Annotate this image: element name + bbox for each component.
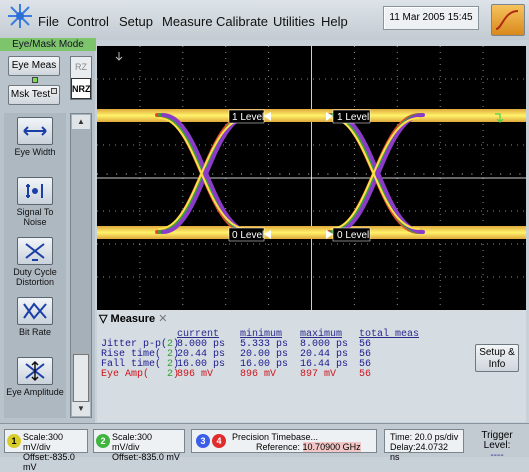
timebase-settings[interactable]: 3 4 Precision Timebase... Reference: 10.… — [191, 429, 377, 453]
eye-meas-button[interactable]: Eye Meas — [8, 56, 60, 83]
channel-3-icon[interactable]: 3 — [196, 434, 210, 448]
tool-label: Eye Amplitude — [6, 387, 64, 397]
eye-width-icon — [17, 117, 53, 145]
menu-measure[interactable]: Measure — [162, 14, 213, 29]
collapse-chevron-icon[interactable]: ▽ — [99, 313, 107, 325]
setup-info-button[interactable]: Setup & Info — [475, 344, 519, 372]
close-icon[interactable]: ✕ — [158, 313, 167, 325]
menu-help[interactable]: Help — [321, 14, 348, 29]
tool-label: Bit Rate — [18, 327, 51, 337]
msk-test-label: Msk Test — [10, 89, 51, 100]
duty-cycle-icon — [17, 237, 53, 265]
timebase-label: Precision Timebase... — [232, 432, 319, 442]
signal-to-noise-icon — [17, 177, 53, 205]
eye-meas-label: Eye Meas — [11, 60, 57, 71]
tool-eye-width[interactable]: Eye Width — [4, 117, 66, 157]
waveform-icon — [495, 10, 519, 30]
delay-value: Delay:24.0732 ns — [390, 442, 449, 462]
status-bar: 1 Scale:300 mV/div Offset:-835.0 mV 2 Sc… — [0, 423, 529, 472]
measurement-minimum: 896 mV — [240, 369, 277, 380]
channel-1-icon: 1 — [7, 434, 21, 448]
tool-signal-to-noise[interactable]: Signal To Noise — [4, 177, 66, 227]
reference-value: 10.70900 GHz — [302, 442, 361, 452]
eye-amplitude-icon — [17, 357, 53, 385]
marker-label: 0 Level — [337, 230, 369, 241]
channel-2-offset: Offset:-835.0 mV — [112, 452, 180, 462]
trigger-settings[interactable]: Trigger Level: ---- — [468, 429, 526, 461]
marker-label: 0 Level — [232, 230, 264, 241]
tool-label: Signal To Noise — [16, 207, 54, 227]
msk-test-button[interactable]: Msk Test — [8, 85, 60, 105]
channel-1-scale: Scale:300 mV/div — [23, 432, 64, 452]
channel-2-settings[interactable]: 2 Scale:300 mV/div Offset:-835.0 mV — [93, 429, 185, 462]
rz-option[interactable]: RZ — [71, 57, 91, 78]
measurement-maximum: 897 mV — [300, 369, 337, 380]
channel-4-icon[interactable]: 4 — [212, 434, 226, 448]
channel-2-scale: Scale:300 mV/div — [112, 432, 153, 452]
msk-test-indicator — [51, 88, 58, 94]
trigger-label: Trigger Level: — [481, 430, 513, 451]
rz-nrz-toggle[interactable]: RZ NRZ — [70, 56, 92, 100]
eye-diagram-canvas: 1 Level 1 Level 0 Level 0 Level — [97, 46, 526, 310]
channel-2-icon: 2 — [96, 434, 110, 448]
menu-control[interactable]: Control — [67, 14, 109, 29]
marker-label: 1 Level — [337, 112, 369, 123]
measurement-current: 896 mV — [177, 369, 214, 380]
time-per-div: Time: 20.0 ps/div — [390, 432, 459, 442]
measurement-tool-list: Eye Width Signal To Noise Duty Cycle Dis… — [4, 113, 66, 418]
eye-diagram-display[interactable]: 1 Level 1 Level 0 Level 0 Level — [97, 46, 526, 310]
signal-icon[interactable] — [491, 4, 525, 36]
menu-utilities[interactable]: Utilities — [273, 14, 315, 29]
tool-duty-cycle[interactable]: Duty Cycle Distortion — [4, 237, 66, 287]
tool-eye-amplitude[interactable]: Eye Amplitude — [4, 357, 66, 397]
logo-icon — [8, 4, 32, 28]
tool-bit-rate[interactable]: Bit Rate — [4, 297, 66, 337]
tool-scrollbar[interactable]: ▲ ▼ — [70, 113, 92, 418]
date-time-display: 11 Mar 2005 15:45 — [383, 6, 479, 30]
eye-meas-indicator — [31, 77, 38, 83]
measure-panel: ▽ Measure ✕ current minimum maximum tota… — [97, 310, 526, 422]
left-panel: Eye Meas Msk Test RZ NRZ Eye Width Signa… — [0, 51, 95, 423]
measurement-name: Eye Amp( — [101, 369, 150, 380]
channel-1-settings[interactable]: 1 Scale:300 mV/div Offset:-835.0 mV — [4, 429, 88, 472]
menu-bar: File Control Setup Measure Calibrate Uti… — [0, 0, 529, 40]
channel-1-offset: Offset:-835.0 mV — [23, 452, 75, 472]
tool-label: Duty Cycle Distortion — [13, 267, 57, 287]
measurement-table: current minimum maximum total meas Jitte… — [97, 330, 467, 410]
time-reference-icon — [115, 52, 123, 61]
marker-label: 1 Level — [232, 112, 264, 123]
reference-label: Reference: — [256, 442, 301, 452]
trigger-value: ---- — [490, 450, 504, 461]
mode-tab[interactable]: Eye/Mask Mode — [0, 38, 96, 51]
scroll-up-icon[interactable]: ▲ — [72, 115, 90, 129]
measurement-total: 56 — [359, 369, 372, 380]
measure-tab-label: Measure — [110, 313, 156, 325]
time-settings[interactable]: Time: 20.0 ps/div Delay:24.0732 ns — [384, 429, 464, 462]
scroll-down-icon[interactable]: ▼ — [72, 402, 90, 416]
menu-file[interactable]: File — [38, 14, 59, 29]
menu-calibrate[interactable]: Calibrate — [216, 14, 268, 29]
measure-tab[interactable]: ▽ Measure ✕ — [99, 312, 191, 326]
scroll-thumb[interactable] — [73, 354, 89, 402]
menu-setup[interactable]: Setup — [119, 14, 153, 29]
tool-label: Eye Width — [14, 147, 56, 157]
nrz-option[interactable]: NRZ — [71, 78, 91, 99]
bit-rate-icon — [17, 297, 53, 325]
